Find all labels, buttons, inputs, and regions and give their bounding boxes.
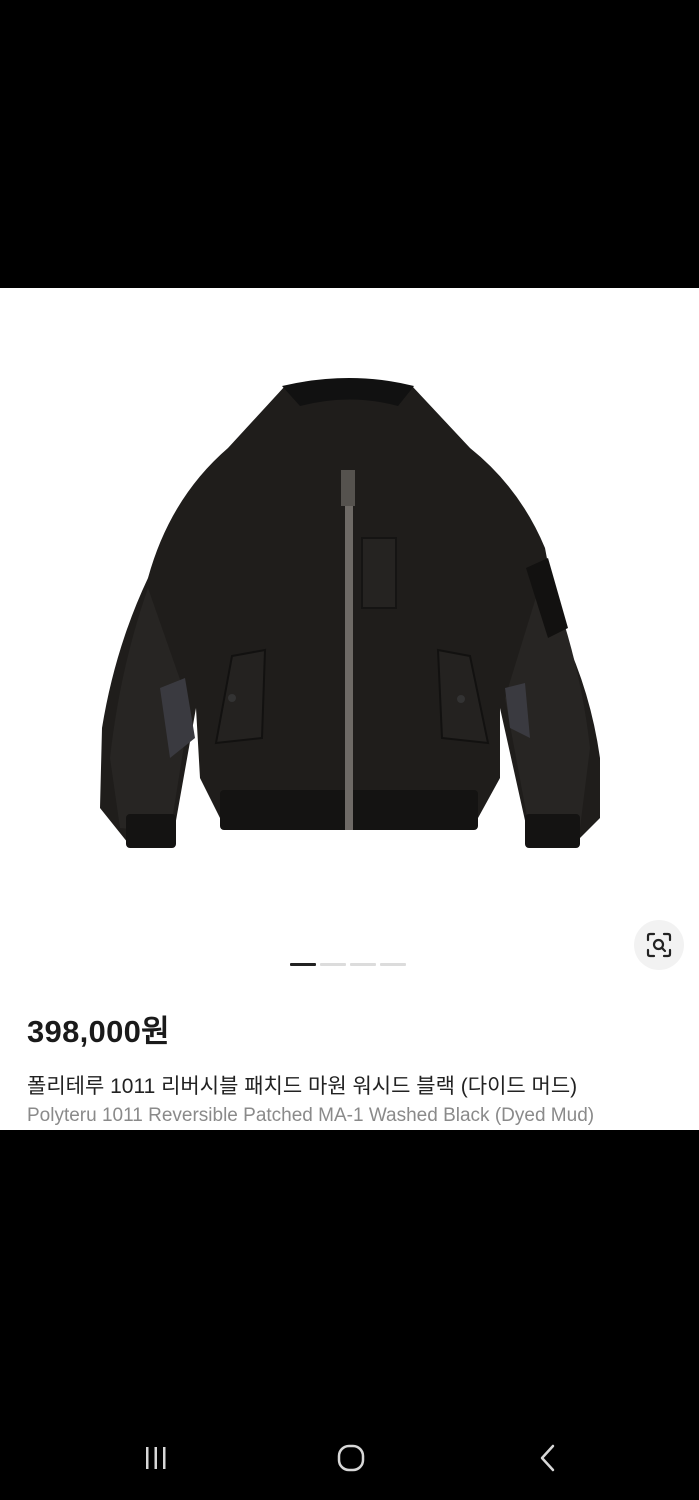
visual-search-icon [646,932,672,958]
indicator[interactable] [320,963,346,966]
jacket-illustration [100,378,600,848]
product-title-korean: 폴리테루 1011 리버시블 패치드 마원 워시드 블랙 (다이드 머드) [27,1075,578,1098]
back-button[interactable] [528,1440,568,1476]
top-black-area [0,0,699,288]
product-title-english: Polyteru 1011 Reversible Patched MA-1 Wa… [27,1105,595,1126]
back-icon [540,1444,555,1472]
product-card: 398,000원 폴리테루 1011 리버시블 패치드 마원 워시드 블랙 (다… [0,288,699,1130]
product-price: 398,000원 [27,1014,170,1049]
system-nav-bar [0,1410,699,1500]
visual-search-button[interactable] [634,920,684,970]
home-icon [337,1444,365,1472]
home-button[interactable] [331,1440,371,1476]
product-image[interactable] [0,288,699,948]
recent-apps-button[interactable] [136,1440,176,1476]
indicator-active[interactable] [290,963,316,966]
image-indicators [290,963,410,967]
indicator[interactable] [380,963,406,966]
indicator[interactable] [350,963,376,966]
recent-apps-icon [146,1447,166,1469]
